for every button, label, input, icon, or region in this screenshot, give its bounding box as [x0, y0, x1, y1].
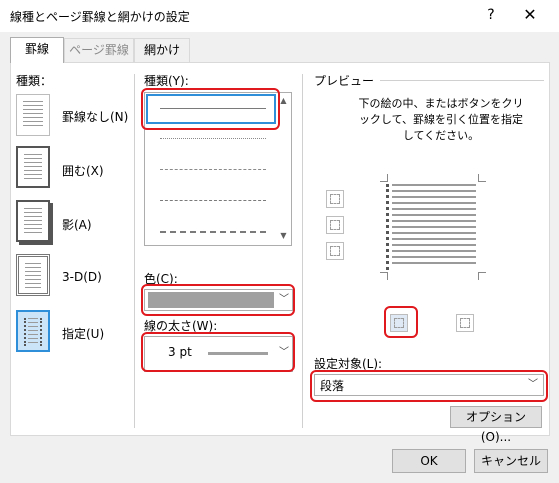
apply-to-dropdown[interactable]	[314, 374, 544, 396]
apply-to-value: 段落	[320, 379, 345, 393]
style-dashed-line[interactable]	[160, 200, 266, 201]
top-border-icon	[330, 194, 340, 204]
left-border-button[interactable]	[390, 314, 408, 332]
setting-shadow-label[interactable]: 影(A)	[62, 216, 92, 233]
preview-text-line	[392, 190, 476, 192]
color-swatch	[148, 292, 274, 308]
setting-3d-label[interactable]: 3-D(D)	[62, 270, 102, 284]
chevron-down-icon[interactable]: ﹀	[275, 290, 293, 310]
setting-none-label[interactable]: 罫線なし(N)	[62, 108, 128, 125]
tab-shading[interactable]: 網かけ	[134, 38, 190, 62]
right-border-button[interactable]	[456, 314, 474, 332]
options-button[interactable]: オプション(O)...	[450, 406, 542, 444]
preview-text-line	[392, 262, 476, 264]
setting-custom-icon[interactable]	[16, 310, 50, 352]
preview-text-line	[392, 184, 476, 186]
color-label: 色(C):	[144, 272, 178, 286]
style-dashed-fine-line[interactable]	[160, 169, 266, 170]
corner-mark	[380, 272, 388, 280]
preview-label: プレビュー	[314, 74, 375, 88]
setting-box-icon[interactable]	[16, 146, 50, 188]
bottom-border-icon	[330, 246, 340, 256]
top-border-button[interactable]	[326, 190, 344, 208]
setting-none-icon[interactable]	[16, 94, 50, 136]
preview-text-line	[392, 250, 476, 252]
scroll-up-icon[interactable]: ▲	[276, 96, 291, 105]
preview-text-line	[392, 208, 476, 210]
apply-to-label: 設定対象(L):	[314, 357, 383, 371]
middle-border-button[interactable]	[326, 216, 344, 234]
width-sample-line	[208, 352, 268, 355]
style-label: 種類(Y):	[144, 74, 189, 88]
style-dash-line[interactable]	[160, 231, 266, 233]
left-border-icon	[394, 318, 404, 328]
preview-left-border	[386, 184, 389, 270]
settings-label: 種類：	[16, 74, 53, 88]
preview-text-line	[392, 232, 476, 234]
help-button[interactable]: ?	[480, 4, 502, 26]
preview-text-line	[392, 238, 476, 240]
preview-text-line	[392, 196, 476, 198]
width-value: 3 pt	[168, 345, 192, 359]
right-border-icon	[460, 318, 470, 328]
corner-mark	[478, 272, 486, 280]
preview-text-line	[392, 214, 476, 216]
preview-text-line	[392, 244, 476, 246]
column-divider	[134, 74, 135, 428]
preview-group-line	[380, 80, 544, 81]
corner-mark	[478, 174, 486, 182]
tab-page-border[interactable]: ページ罫線	[64, 38, 134, 62]
close-button[interactable]: ✕	[518, 4, 542, 26]
preview-text-line	[392, 226, 476, 228]
setting-custom-label[interactable]: 指定(U)	[62, 325, 104, 342]
chevron-down-icon[interactable]: ﹀	[524, 375, 542, 395]
style-solid-line	[160, 108, 266, 109]
style-selected-item[interactable]	[146, 94, 276, 124]
cancel-button[interactable]: キャンセル	[474, 449, 548, 473]
dialog-title: 線種とページ罫線と網かけの設定	[10, 10, 190, 24]
bottom-border-button[interactable]	[326, 242, 344, 260]
preview-diagram[interactable]	[380, 174, 486, 280]
setting-box-label[interactable]: 囲む(X)	[62, 162, 104, 179]
preview-text-line	[392, 256, 476, 258]
ok-button[interactable]: OK	[392, 449, 466, 473]
style-scrollbar[interactable]: ▲ ▼	[276, 93, 291, 245]
preview-instructions: 下の絵の中、またはボタンをクリックして、罫線を引く位置を指定してください。	[358, 97, 524, 142]
width-label: 線の太さ(W):	[144, 319, 218, 333]
chevron-down-icon[interactable]: ﹀	[275, 343, 293, 363]
setting-3d-icon[interactable]	[16, 254, 50, 296]
tab-borders[interactable]: 罫線	[10, 37, 64, 63]
scroll-down-icon[interactable]: ▼	[276, 231, 291, 240]
column-divider	[302, 74, 303, 428]
style-dotted-line[interactable]	[160, 138, 266, 139]
preview-text-line	[392, 220, 476, 222]
preview-text-line	[392, 202, 476, 204]
corner-mark	[380, 174, 388, 182]
setting-shadow-icon[interactable]	[16, 200, 50, 242]
middle-border-icon	[330, 220, 340, 230]
